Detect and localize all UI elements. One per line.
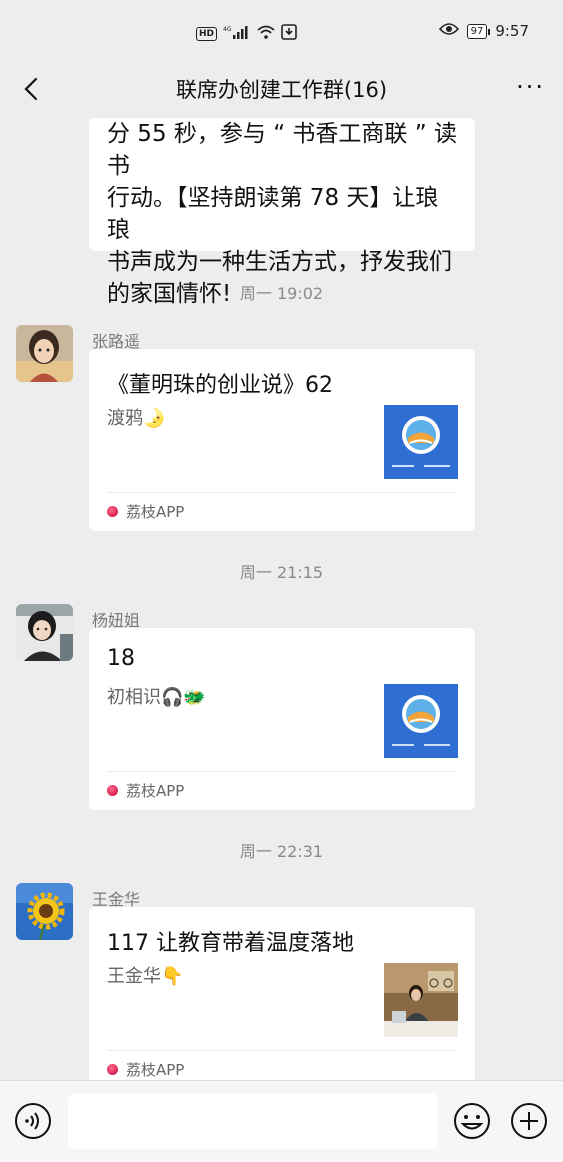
avatar[interactable]	[16, 604, 73, 661]
message-input[interactable]	[68, 1094, 438, 1149]
link-card[interactable]: 18 初相识🎧🐲 荔枝APP	[89, 628, 475, 810]
more-options-button[interactable]: ···	[516, 75, 545, 99]
status-bar: HD 4G 97 9:57	[0, 0, 563, 62]
link-card[interactable]: 《董明珠的创业说》62 渡鸦🌛 荔枝APP	[89, 349, 475, 531]
avatar[interactable]	[16, 325, 73, 382]
card-thumbnail	[384, 963, 458, 1037]
card-title: 《董明珠的创业说》62	[107, 373, 333, 398]
signal-icon: 4G	[223, 25, 251, 42]
status-center: HD 4G	[196, 24, 297, 43]
chat-title: 联席办创建工作群(16)	[175, 78, 388, 102]
plus-icon[interactable]	[510, 1102, 548, 1140]
card-title: 18	[107, 646, 135, 671]
eye-icon	[438, 22, 459, 40]
timestamp: 周一 19:02	[239, 284, 324, 303]
chat-area[interactable]: 分 55 秒，参与 “ 书香工商联 ” 读书 行动。【坚持朗读第 78 天】让琅…	[0, 118, 563, 1080]
wifi-icon	[257, 25, 275, 42]
voice-icon[interactable]	[14, 1102, 52, 1140]
message-line: 书声成为一种生活方式，抒发我们	[107, 249, 452, 275]
emoji-icon[interactable]	[453, 1102, 491, 1140]
source-label: 荔枝APP	[126, 503, 185, 521]
message-line: 行动。【坚持朗读第 78 天】让琅琅	[107, 185, 439, 243]
timestamp: 周一 22:31	[239, 842, 324, 861]
divider	[107, 1050, 457, 1051]
clock: 9:57	[495, 22, 529, 40]
download-icon	[281, 24, 297, 43]
source-label: 荔枝APP	[126, 1061, 185, 1079]
card-thumbnail	[384, 684, 458, 758]
lizhi-app-icon	[107, 785, 118, 796]
nav-bar: 联席办创建工作群(16) ···	[0, 62, 563, 118]
status-right: 97 9:57	[438, 22, 529, 40]
battery-icon: 97	[466, 23, 491, 39]
input-bar	[0, 1080, 563, 1162]
avatar[interactable]	[16, 883, 73, 940]
lizhi-app-icon	[107, 506, 118, 517]
card-source: 荔枝APP	[107, 780, 184, 801]
card-description: 王金华👇	[107, 966, 184, 987]
svg-text:4G: 4G	[223, 26, 232, 33]
lizhi-app-icon	[107, 1064, 118, 1075]
link-card[interactable]: 117 让教育带着温度落地 王金华👇 荔枝APP	[89, 907, 475, 1080]
divider	[107, 771, 457, 772]
text-message-bubble[interactable]: 分 55 秒，参与 “ 书香工商联 ” 读书 行动。【坚持朗读第 78 天】让琅…	[89, 118, 475, 307]
card-source: 荔枝APP	[107, 501, 184, 522]
divider	[107, 492, 457, 493]
hd-icon: HD	[196, 26, 218, 41]
card-description: 渡鸦🌛	[107, 408, 166, 429]
card-thumbnail	[384, 405, 458, 479]
card-source: 荔枝APP	[107, 1059, 184, 1080]
card-title: 117 让教育带着温度落地	[107, 931, 354, 956]
card-description: 初相识🎧🐲	[107, 687, 206, 708]
source-label: 荔枝APP	[126, 782, 185, 800]
message-line: 分 55 秒，参与 “ 书香工商联 ” 读书	[107, 121, 457, 179]
timestamp: 周一 21:15	[239, 563, 324, 582]
